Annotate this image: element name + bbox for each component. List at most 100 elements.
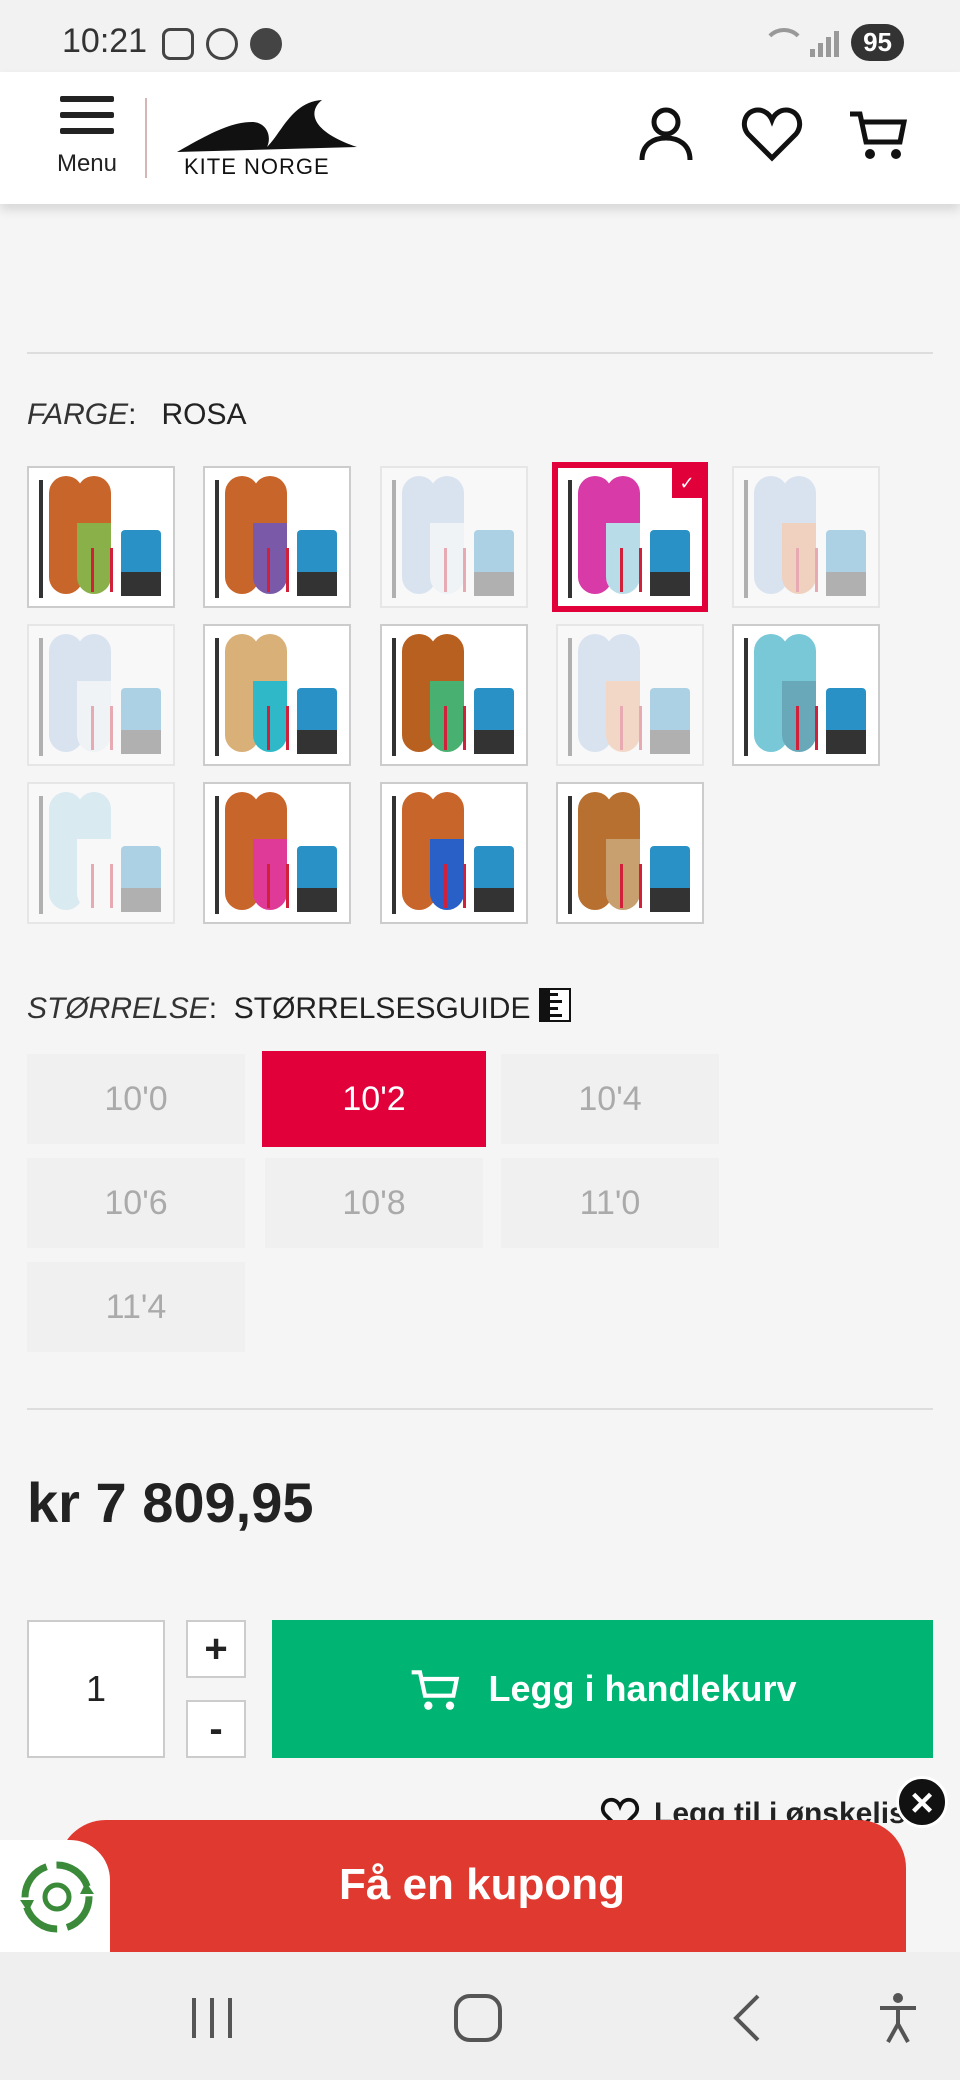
battery-icon: 95 (851, 24, 904, 61)
paddle-image (392, 638, 396, 756)
signal-icon (810, 29, 840, 57)
size-label-row: STØRRELSE: STØRRELSESGUIDE (27, 988, 571, 1026)
pump-image (267, 864, 289, 908)
bag-image (650, 688, 690, 754)
size-guide-link[interactable]: STØRRELSESGUIDE (234, 992, 531, 1025)
color-label-row: FARGE: ROSA (27, 398, 247, 431)
bag-image (297, 530, 337, 596)
cart-icon (412, 1670, 460, 1710)
size-option-button[interactable]: 10'6 (27, 1158, 245, 1248)
color-swatch[interactable]: ✓ (552, 462, 708, 612)
menu-label: Menu (56, 150, 118, 177)
bag-image (474, 530, 514, 596)
color-swatch[interactable] (27, 624, 175, 766)
color-swatch[interactable] (380, 782, 528, 924)
bag-image (121, 688, 161, 754)
size-label: STØRRELSE (27, 992, 209, 1025)
quantity-input[interactable]: 1 (27, 1620, 165, 1758)
color-swatch[interactable] (203, 466, 351, 608)
color-swatch[interactable] (203, 624, 351, 766)
size-option-button[interactable]: 11'4 (27, 1262, 245, 1352)
pump-image (444, 864, 466, 908)
bag-image (121, 846, 161, 912)
paddle-image (215, 480, 219, 598)
size-option-button[interactable]: 10'0 (27, 1054, 245, 1144)
home-icon[interactable] (448, 1990, 508, 2046)
quantity-plus-button[interactable]: + (186, 1620, 246, 1678)
pump-image (91, 864, 113, 908)
pump-image (91, 548, 113, 592)
add-to-cart-label: Legg i handlekurv (488, 1668, 797, 1709)
paddle-image (39, 638, 43, 756)
bag-image (297, 688, 337, 754)
recent-apps-icon[interactable] (182, 1990, 242, 2046)
color-swatch[interactable] (27, 782, 175, 924)
status-icons-left (162, 28, 282, 60)
bag-image (474, 846, 514, 912)
paddle-image (392, 796, 396, 914)
cart-icon[interactable] (846, 102, 910, 166)
system-navigation-bar (0, 1952, 960, 2080)
color-swatch[interactable] (27, 466, 175, 608)
wishlist-heart-icon[interactable] (740, 102, 804, 166)
bag-image (297, 846, 337, 912)
color-label: FARGE (27, 398, 129, 431)
menu-button[interactable]: Menu (44, 92, 130, 192)
coupon-widget-logo[interactable] (0, 1840, 110, 1952)
color-swatch[interactable] (556, 624, 704, 766)
color-swatch[interactable] (203, 782, 351, 924)
color-swatch[interactable] (556, 782, 704, 924)
paddle-image (568, 480, 572, 598)
product-price: kr 7 809,95 (27, 1471, 314, 1534)
quantity-minus-button[interactable]: - (186, 1700, 246, 1758)
pump-image (267, 706, 289, 750)
bag-image (826, 530, 866, 596)
pump-image (620, 864, 642, 908)
wifi-icon (762, 27, 807, 58)
paddle-image (215, 638, 219, 756)
pump-image (620, 706, 642, 750)
paddle-image (215, 796, 219, 914)
logo-text: KITE NORGE (184, 154, 330, 179)
paddle-image (39, 480, 43, 598)
size-option-button[interactable]: 11'0 (501, 1158, 719, 1248)
hamburger-icon (60, 96, 114, 136)
paddle-image (744, 480, 748, 598)
pump-image (267, 548, 289, 592)
pump-image (444, 548, 466, 592)
section-divider (27, 1408, 933, 1410)
bag-image (826, 688, 866, 754)
status-bar: 10:21 95 (0, 0, 960, 72)
size-option-button[interactable]: 10'4 (501, 1054, 719, 1144)
add-to-cart-button[interactable]: Legg i handlekurv (272, 1620, 933, 1758)
back-icon[interactable] (718, 1990, 778, 2046)
header-divider (145, 98, 147, 178)
paddle-image (568, 638, 572, 756)
site-logo[interactable]: KITE NORGE (172, 92, 362, 184)
coupon-close-button[interactable]: × (896, 1776, 948, 1828)
pump-image (620, 548, 642, 592)
ruler-icon[interactable] (538, 988, 571, 1022)
bag-image (650, 530, 690, 596)
account-icon[interactable] (634, 102, 698, 166)
messenger-icon (250, 28, 282, 60)
color-value: ROSA (161, 398, 247, 431)
coupon-button[interactable]: Få en kupong (58, 1820, 906, 1952)
color-swatch[interactable] (732, 466, 880, 608)
paddle-image (39, 796, 43, 914)
accessibility-icon[interactable] (868, 1990, 928, 2046)
color-swatch[interactable] (380, 624, 528, 766)
pump-image (796, 706, 818, 750)
paddle-image (392, 480, 396, 598)
selected-check-icon: ✓ (672, 468, 702, 498)
color-swatch[interactable] (380, 466, 528, 608)
size-option-button[interactable]: 10'2 (262, 1051, 486, 1147)
section-divider (27, 352, 933, 354)
pump-image (444, 706, 466, 750)
color-swatch[interactable] (732, 624, 880, 766)
site-header: Menu KITE NORGE (0, 72, 960, 204)
screenshot-icon (162, 28, 194, 60)
bag-image (474, 688, 514, 754)
status-icons-right: 95 (762, 24, 904, 61)
size-option-button[interactable]: 10'8 (265, 1158, 483, 1248)
